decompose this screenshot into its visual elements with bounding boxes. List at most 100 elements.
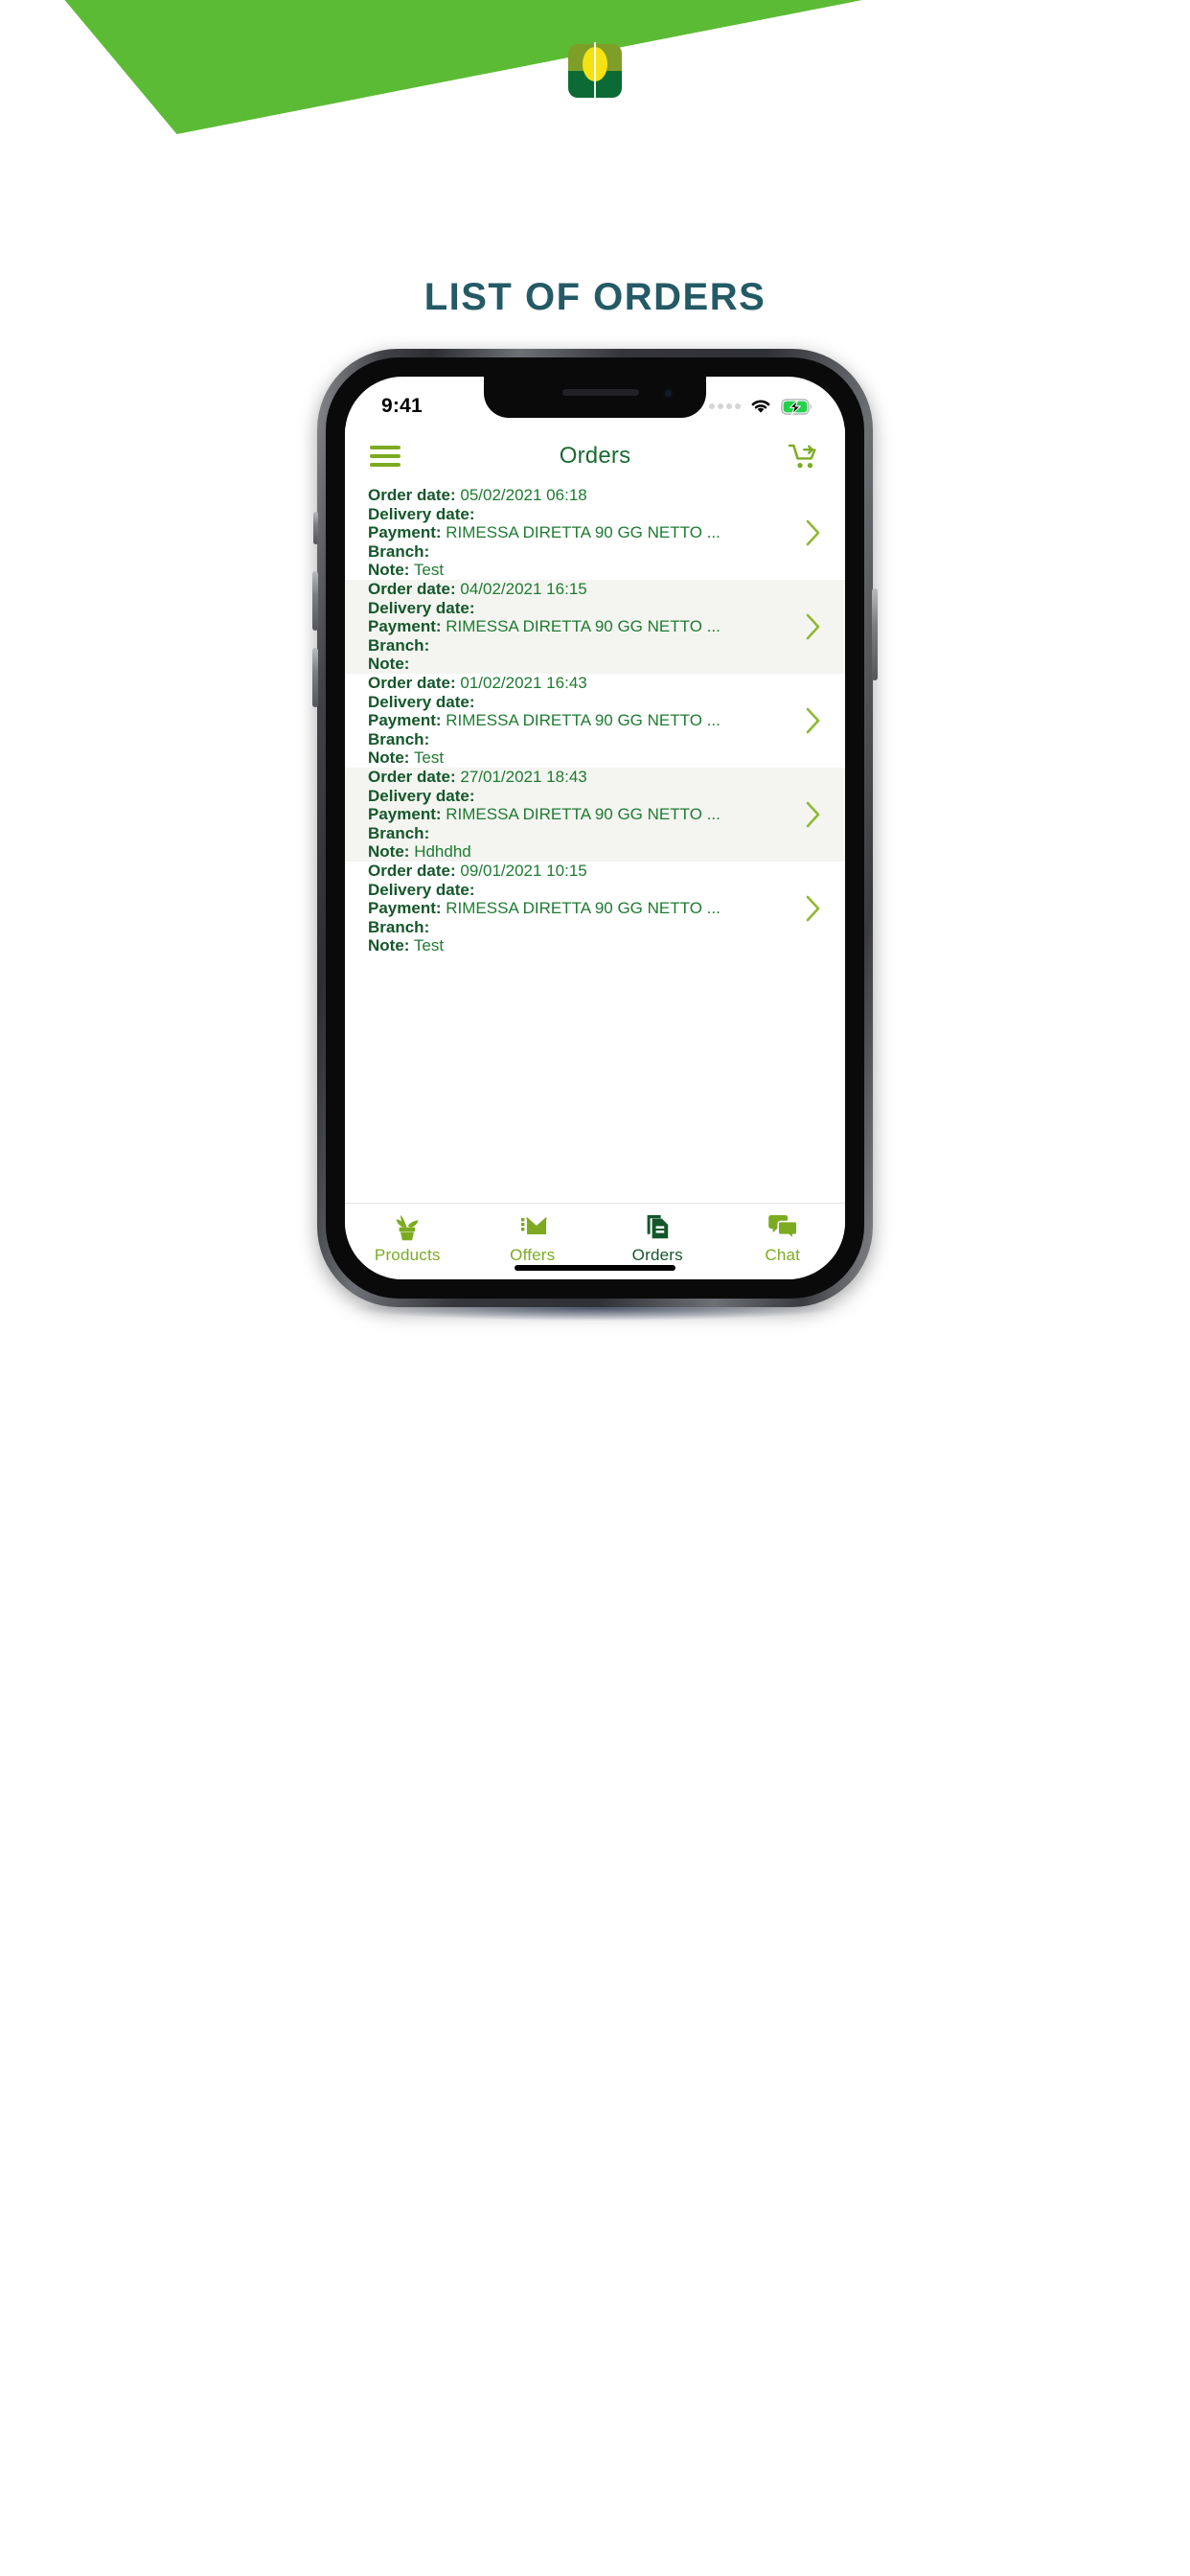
branch-label: Branch:: [368, 917, 430, 936]
note-label: Note:: [368, 748, 410, 768]
note-line: Note: Test: [368, 748, 793, 768]
delivery-date-label: Delivery date:: [368, 786, 475, 805]
order-date-label: Order date:: [368, 862, 456, 881]
hamburger-menu-icon[interactable]: [370, 446, 400, 467]
chevron-right-icon[interactable]: [803, 892, 824, 925]
note-value: Test: [413, 561, 445, 580]
payment-label: Payment:: [368, 711, 442, 730]
home-indicator[interactable]: [515, 1265, 675, 1271]
brand-logo: [568, 42, 622, 100]
payment-value: RIMESSA DIRETTA 90 GG NETTO ...: [446, 523, 721, 542]
device-bezel: 9:41 Orders Order date: 05/02/2021 06:18…: [326, 357, 864, 1299]
tab-offers[interactable]: Offers: [470, 1210, 596, 1265]
order-date-line: Order date: 27/01/2021 18:43: [368, 768, 793, 787]
delivery-date-line: Delivery date:: [368, 693, 793, 712]
note-value: Test: [413, 936, 445, 955]
note-label: Note:: [368, 561, 410, 580]
tab-chat[interactable]: Chat: [721, 1210, 846, 1265]
envelope-icon: [516, 1210, 549, 1243]
branch-label: Branch:: [368, 823, 430, 842]
delivery-date-line: Delivery date:: [368, 599, 793, 618]
status-icons: [709, 398, 812, 415]
payment-value: RIMESSA DIRETTA 90 GG NETTO ...: [446, 617, 721, 636]
delivery-date-line: Delivery date:: [368, 881, 793, 900]
payment-line: Payment: RIMESSA DIRETTA 90 GG NETTO ...: [368, 617, 793, 636]
delivery-date-line: Delivery date:: [368, 787, 793, 806]
payment-line: Payment: RIMESSA DIRETTA 90 GG NETTO ...: [368, 899, 793, 918]
order-row[interactable]: Order date: 04/02/2021 16:15 Delivery da…: [345, 580, 845, 674]
payment-line: Payment: RIMESSA DIRETTA 90 GG NETTO ...: [368, 523, 793, 542]
tab-products[interactable]: Products: [345, 1210, 470, 1265]
delivery-date-line: Delivery date:: [368, 505, 793, 524]
note-value: Test: [413, 748, 445, 768]
note-label: Note:: [368, 936, 410, 955]
power-button[interactable]: [872, 588, 878, 680]
note-line: Note:: [368, 655, 793, 674]
order-fields: Order date: 27/01/2021 18:43 Delivery da…: [368, 768, 793, 862]
phone-mockup: 9:41 Orders Order date: 05/02/2021 06:18…: [312, 349, 878, 1321]
order-row[interactable]: Order date: 05/02/2021 06:18 Delivery da…: [345, 486, 845, 580]
app-bar: Orders: [345, 426, 845, 486]
order-date-label: Order date:: [368, 674, 456, 693]
order-fields: Order date: 01/02/2021 16:43 Delivery da…: [368, 674, 793, 768]
branch-label: Branch:: [368, 541, 430, 561]
payment-label: Payment:: [368, 523, 442, 542]
tab-label: Products: [374, 1246, 441, 1264]
payment-value: RIMESSA DIRETTA 90 GG NETTO ...: [446, 805, 721, 824]
payment-line: Payment: RIMESSA DIRETTA 90 GG NETTO ...: [368, 711, 793, 730]
tab-label: Orders: [631, 1246, 683, 1264]
order-date-line: Order date: 05/02/2021 06:18: [368, 486, 793, 505]
order-date-line: Order date: 04/02/2021 16:15: [368, 580, 793, 599]
delivery-date-label: Delivery date:: [368, 504, 475, 523]
delivery-date-label: Delivery date:: [368, 880, 475, 899]
order-date-value: 04/02/2021 16:15: [460, 580, 587, 599]
order-fields: Order date: 04/02/2021 16:15 Delivery da…: [368, 580, 793, 674]
payment-label: Payment:: [368, 899, 442, 918]
delivery-date-label: Delivery date:: [368, 692, 475, 711]
note-label: Note:: [368, 842, 410, 862]
chevron-right-icon[interactable]: [803, 610, 824, 643]
branch-label: Branch:: [368, 729, 430, 748]
tab-orders[interactable]: Orders: [595, 1210, 721, 1265]
status-time: 9:41: [381, 395, 423, 417]
delivery-date-label: Delivery date:: [368, 598, 475, 617]
note-line: Note: Test: [368, 936, 793, 955]
status-bar: 9:41: [345, 377, 845, 426]
branch-line: Branch:: [368, 542, 793, 562]
chevron-right-icon[interactable]: [803, 798, 824, 831]
order-row[interactable]: Order date: 27/01/2021 18:43 Delivery da…: [345, 768, 845, 862]
order-fields: Order date: 09/01/2021 10:15 Delivery da…: [368, 862, 793, 955]
order-date-line: Order date: 09/01/2021 10:15: [368, 862, 793, 881]
add-to-cart-icon[interactable]: [788, 441, 820, 472]
tab-label: Chat: [765, 1246, 801, 1264]
potted-plant-icon: [391, 1210, 423, 1243]
branch-label: Branch:: [368, 635, 430, 655]
chevron-right-icon[interactable]: [803, 704, 824, 737]
note-line: Note: Test: [368, 561, 793, 580]
page-title: LIST OF ORDERS: [423, 276, 767, 318]
volume-up-button[interactable]: [312, 571, 318, 631]
order-row[interactable]: Order date: 09/01/2021 10:15 Delivery da…: [345, 862, 845, 955]
app-bar-title: Orders: [559, 443, 631, 469]
payment-value: RIMESSA DIRETTA 90 GG NETTO ...: [446, 899, 721, 918]
branch-line: Branch:: [368, 730, 793, 749]
payment-label: Payment:: [368, 805, 442, 824]
chevron-right-icon[interactable]: [803, 517, 824, 549]
order-row[interactable]: Order date: 01/02/2021 16:43 Delivery da…: [345, 674, 845, 768]
note-line: Note: Hdhdhd: [368, 842, 793, 862]
order-date-value: 09/01/2021 10:15: [460, 862, 587, 881]
mute-switch-button[interactable]: [313, 512, 318, 544]
branch-line: Branch:: [368, 824, 793, 843]
order-date-label: Order date:: [368, 580, 456, 599]
payment-label: Payment:: [368, 617, 442, 636]
payment-value: RIMESSA DIRETTA 90 GG NETTO ...: [446, 711, 721, 730]
chat-bubbles-icon: [767, 1210, 799, 1243]
signal-dots-icon: [709, 403, 741, 409]
volume-down-button[interactable]: [312, 648, 318, 707]
order-date-line: Order date: 01/02/2021 16:43: [368, 674, 793, 693]
order-date-label: Order date:: [368, 486, 456, 505]
branch-line: Branch:: [368, 918, 793, 937]
tab-label: Offers: [510, 1246, 556, 1264]
orders-list[interactable]: Order date: 05/02/2021 06:18 Delivery da…: [345, 486, 845, 1203]
battery-charging-icon: [781, 398, 812, 415]
